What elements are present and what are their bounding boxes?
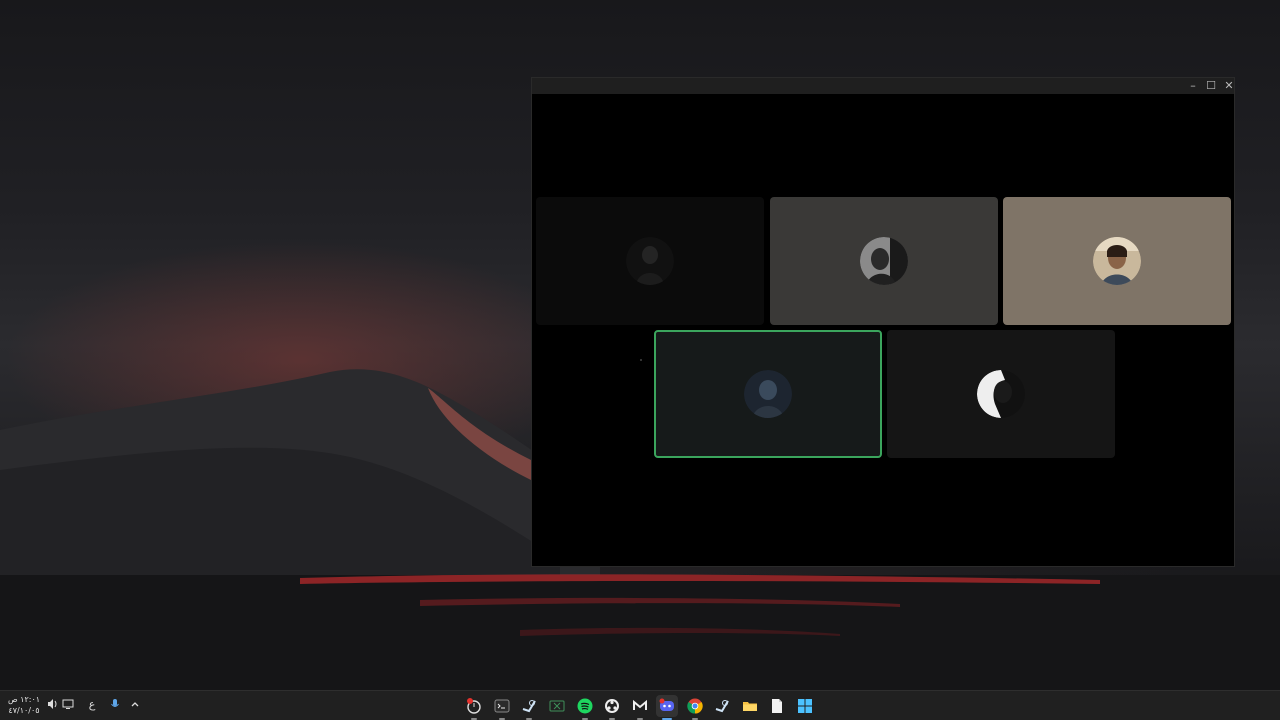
chrome-icon[interactable]	[684, 695, 706, 720]
steam-icon[interactable]	[711, 695, 733, 717]
discord-icon[interactable]	[656, 695, 678, 720]
participant-tile-3[interactable]	[1003, 197, 1231, 325]
decorative-dot	[640, 359, 642, 361]
taskbar: ١٢:٠١ ص ٤٧/١٠/٠٥ ع	[0, 690, 1280, 720]
participant-tile-4-speaking[interactable]	[654, 330, 882, 458]
network-icon[interactable]	[61, 698, 75, 712]
clock-date: ٤٧/١٠/٠٥	[8, 706, 40, 715]
minimize-button[interactable]: –	[1184, 78, 1202, 94]
participant-tile-5[interactable]	[887, 330, 1115, 458]
participant-avatar	[860, 237, 908, 285]
medal-icon[interactable]	[629, 695, 651, 720]
participant-avatar	[977, 370, 1025, 418]
folder-icon[interactable]	[739, 695, 761, 717]
participant-avatar	[1093, 237, 1141, 285]
participant-avatar	[744, 370, 792, 418]
steam-icon[interactable]	[518, 695, 540, 720]
window-titlebar[interactable]: – ☐ ✕	[532, 78, 1234, 94]
spotify-icon[interactable]	[574, 695, 596, 720]
speaker-icon[interactable]	[46, 698, 60, 712]
obs-icon[interactable]	[601, 695, 623, 720]
close-button[interactable]: ✕	[1220, 78, 1238, 94]
participant-tile-1[interactable]	[536, 197, 764, 325]
call-window: – ☐ ✕	[531, 77, 1235, 567]
participant-avatar	[626, 237, 674, 285]
participant-tile-2[interactable]	[770, 197, 998, 325]
language-indicator[interactable]: ع	[85, 698, 99, 712]
xbox-icon[interactable]	[546, 695, 568, 717]
microphone-icon[interactable]	[108, 698, 122, 712]
system-clock[interactable]: ١٢:٠١ ص ٤٧/١٠/٠٥	[6, 694, 42, 716]
screen-recorder-icon[interactable]	[463, 695, 485, 720]
chevron-up-icon[interactable]	[128, 698, 142, 712]
clock-time: ١٢:٠١ ص	[7, 695, 41, 704]
maximize-button[interactable]: ☐	[1202, 78, 1220, 94]
notepad-icon[interactable]	[766, 695, 788, 717]
terminal-icon[interactable]	[491, 695, 513, 720]
windows-start-icon[interactable]	[794, 695, 816, 717]
